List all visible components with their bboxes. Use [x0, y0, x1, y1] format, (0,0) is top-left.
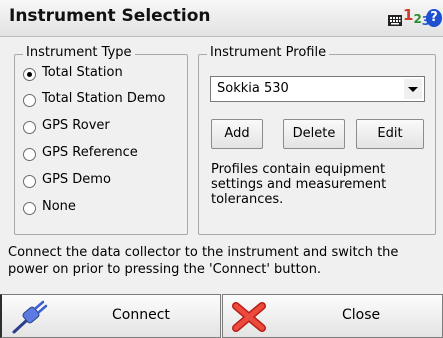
instrument-profile-value: Sokkia 530	[217, 81, 289, 96]
radio-button[interactable]	[23, 148, 36, 161]
radio-button[interactable]	[23, 121, 36, 134]
input-panel-digit-2: 2	[413, 12, 422, 26]
instrument-profile-dropdown[interactable]: Sokkia 530	[210, 76, 425, 102]
connect-button[interactable]: Connect	[0, 294, 221, 338]
radio-label: Total Station Demo	[42, 91, 166, 106]
radio-label: GPS Reference	[42, 145, 138, 160]
plug-icon	[10, 299, 54, 338]
close-button[interactable]: Close	[222, 294, 443, 338]
radio-button-checked[interactable]	[23, 68, 36, 81]
radio-button[interactable]	[23, 94, 36, 107]
profile-description: Profiles contain equipment settings and …	[211, 162, 387, 207]
radio-label: GPS Rover	[42, 118, 110, 133]
radio-label: None	[42, 199, 76, 214]
radio-button[interactable]	[23, 202, 36, 215]
connect-label: Connect	[112, 307, 170, 323]
input-panel-digit-1: 1	[403, 6, 414, 24]
radio-label: GPS Demo	[42, 172, 111, 187]
close-icon	[231, 301, 267, 337]
connection-instructions: Connect the data collector to the instru…	[8, 245, 399, 277]
instrument-type-group: Instrument Type Total Station Total Stat…	[14, 45, 188, 235]
title-bar: Instrument Selection 123 ?	[0, 0, 443, 37]
bottom-action-bar: Connect Close	[0, 294, 443, 338]
instrument-type-legend: Instrument Type	[23, 45, 135, 60]
close-label: Close	[342, 307, 381, 323]
keyboard-icon[interactable]	[388, 11, 402, 30]
window-title: Instrument Selection	[9, 6, 211, 26]
edit-profile-button[interactable]: Edit	[356, 119, 424, 149]
instrument-selection-window: Instrument Selection 123 ? Instrument Ty…	[0, 0, 443, 338]
add-profile-button[interactable]: Add	[211, 119, 263, 149]
delete-profile-button[interactable]: Delete	[283, 119, 345, 149]
instrument-profile-legend: Instrument Profile	[207, 45, 330, 60]
help-icon[interactable]: ?	[426, 9, 442, 27]
chevron-down-icon[interactable]	[404, 79, 422, 99]
radio-label: Total Station	[42, 65, 123, 80]
radio-button[interactable]	[23, 175, 36, 188]
